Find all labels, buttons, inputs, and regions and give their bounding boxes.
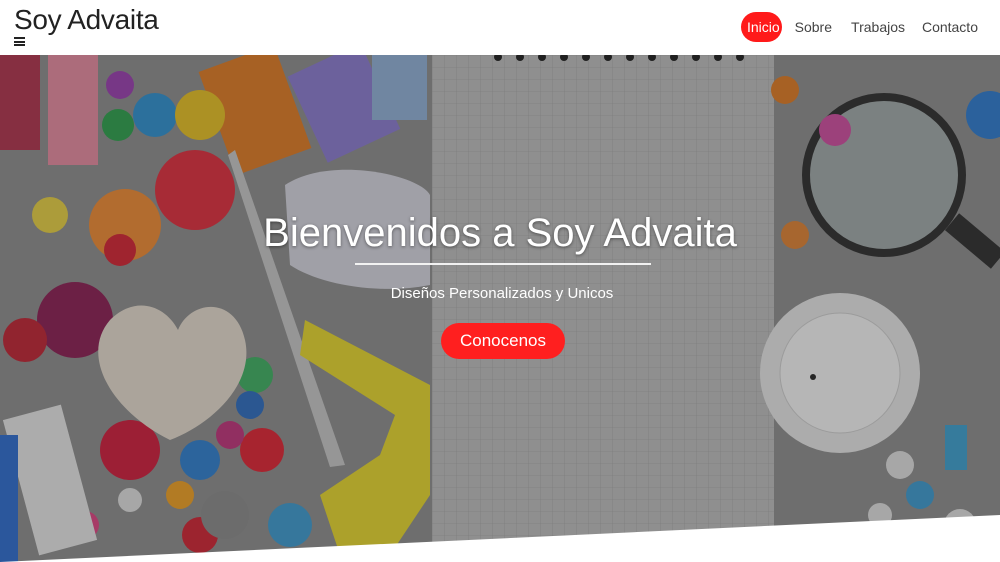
hamburger-icon[interactable] — [14, 37, 25, 46]
site-header: Soy Advaita Inicio Sobre Trabajos Contac… — [0, 0, 1000, 55]
nav-item-trabajos[interactable]: Trabajos — [851, 12, 905, 42]
brand-logo[interactable]: Soy Advaita — [14, 4, 159, 36]
nav-item-inicio[interactable]: Inicio — [741, 12, 782, 42]
hero-background-image — [0, 55, 1000, 562]
hero-divider — [355, 263, 651, 265]
hero-title: Bienvenidos a Soy Advaita — [263, 211, 737, 255]
page: Soy Advaita Inicio Sobre Trabajos Contac… — [0, 0, 1000, 562]
conocenos-button[interactable]: Conocenos — [441, 323, 565, 359]
nav-item-sobre[interactable]: Sobre — [795, 12, 832, 42]
hero-subtitle: Diseños Personalizados y Unicos — [390, 285, 614, 302]
hero-section: Bienvenidos a Soy Advaita Diseños Person… — [0, 55, 1000, 562]
nav-item-contacto[interactable]: Contacto — [922, 12, 978, 42]
